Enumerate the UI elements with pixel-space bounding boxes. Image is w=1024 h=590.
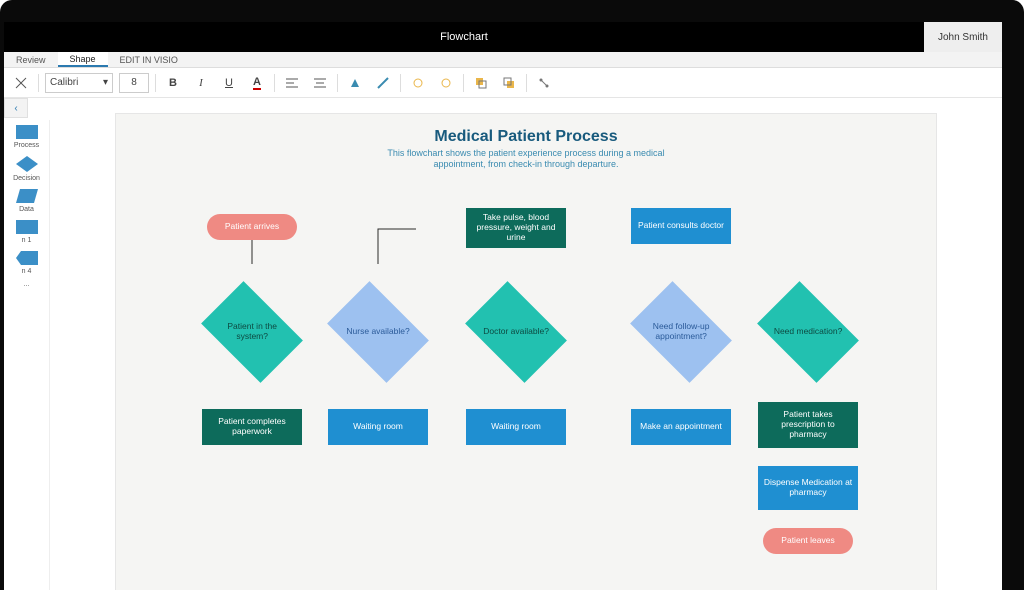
tab-review[interactable]: Review: [4, 52, 58, 67]
tab-shape[interactable]: Shape: [58, 52, 108, 67]
node-label: Nurse available?: [340, 327, 416, 337]
chart-subtitle-line: appointment, from check-in through depar…: [116, 159, 936, 170]
chart-title: Medical Patient Process: [116, 128, 936, 146]
separator: [400, 74, 401, 92]
italic-button[interactable]: I: [190, 72, 212, 94]
window-title: Flowchart: [4, 31, 924, 43]
shape-more[interactable]: ...: [6, 281, 47, 288]
node-label: Patient takes prescription to pharmacy: [762, 410, 854, 439]
shape-label: Data: [19, 206, 34, 213]
node-label: Patient leaves: [781, 536, 834, 546]
node-d-nurse[interactable]: Nurse available?: [327, 281, 429, 383]
user-chip[interactable]: John Smith: [924, 22, 1002, 52]
separator: [526, 74, 527, 92]
fill-color-icon[interactable]: [344, 72, 366, 94]
tab-edit-in-visio[interactable]: EDIT IN VISIO: [108, 52, 190, 67]
node-d-doctor[interactable]: Doctor available?: [465, 281, 567, 383]
chevron-down-icon: ▾: [103, 77, 108, 88]
align-center-icon[interactable]: [309, 72, 331, 94]
node-label: Doctor available?: [478, 327, 554, 337]
shape-process[interactable]: Process: [6, 124, 47, 149]
node-label: Make an appointment: [640, 422, 722, 432]
separator: [274, 74, 275, 92]
node-make-appt[interactable]: Make an appointment: [631, 409, 731, 445]
node-label: Need follow-up appointment?: [643, 322, 719, 342]
shape-label: Process: [14, 142, 39, 149]
shape-decision[interactable]: Decision: [6, 155, 47, 182]
connector-icon[interactable]: [533, 72, 555, 94]
effect2-icon[interactable]: [435, 72, 457, 94]
chart-subtitle-line: This flowchart shows the patient experie…: [116, 148, 936, 159]
effect-icon[interactable]: [407, 72, 429, 94]
node-label: Patient arrives: [225, 222, 279, 232]
shape-label: Decision: [13, 175, 40, 182]
node-d-medication[interactable]: Need medication?: [757, 281, 859, 383]
node-end[interactable]: Patient leaves: [763, 528, 853, 554]
align-icon[interactable]: [281, 72, 303, 94]
node-take-rx[interactable]: Patient takes prescription to pharmacy: [758, 402, 858, 448]
node-wait2[interactable]: Waiting room: [466, 409, 566, 445]
bold-button[interactable]: B: [162, 72, 184, 94]
separator: [155, 74, 156, 92]
node-label: Waiting room: [491, 422, 541, 432]
node-label: Take pulse, blood pressure, weight and u…: [470, 213, 562, 242]
arrange-icon[interactable]: [470, 72, 492, 94]
toolbar: Calibri ▾ 8 B I U A: [4, 68, 1002, 98]
separator: [337, 74, 338, 92]
ribbon-tabs: Review Shape EDIT IN VISIO: [4, 52, 1002, 68]
node-d-followup[interactable]: Need follow-up appointment?: [630, 281, 732, 383]
node-d-system[interactable]: Patient in the system?: [201, 281, 303, 383]
node-label: Need medication?: [770, 327, 846, 337]
line-color-icon[interactable]: [372, 72, 394, 94]
node-label: Patient consults doctor: [638, 221, 724, 231]
font-size-select[interactable]: 8: [119, 73, 149, 93]
shape-n4[interactable]: n 4: [6, 250, 47, 275]
node-label: Patient in the system?: [214, 322, 290, 342]
font-color-button[interactable]: A: [246, 72, 268, 94]
separator: [463, 74, 464, 92]
shape-n1[interactable]: n 1: [6, 219, 47, 244]
font-select[interactable]: Calibri ▾: [45, 73, 113, 93]
node-consult[interactable]: Patient consults doctor: [631, 208, 731, 244]
node-label: Patient completes paperwork: [206, 417, 298, 437]
font-size-value: 8: [131, 77, 137, 88]
node-label: Waiting room: [353, 422, 403, 432]
node-paperwork[interactable]: Patient completes paperwork: [202, 409, 302, 445]
shape-label: ...: [24, 281, 30, 288]
titlebar: Flowchart John Smith: [4, 22, 1002, 52]
arrange2-icon[interactable]: [498, 72, 520, 94]
node-label: Dispense Medication at pharmacy: [762, 478, 854, 498]
underline-button[interactable]: U: [218, 72, 240, 94]
node-start[interactable]: Patient arrives: [207, 214, 297, 240]
cut-icon[interactable]: [10, 72, 32, 94]
shape-data[interactable]: Data: [6, 188, 47, 213]
page[interactable]: Medical Patient Process This flowchart s…: [116, 114, 936, 590]
chart-subtitle: This flowchart shows the patient experie…: [116, 148, 936, 171]
shape-panel: Process Decision Data n 1 n 4 ...: [4, 120, 50, 590]
shape-label: n 1: [22, 237, 32, 244]
node-dispense[interactable]: Dispense Medication at pharmacy: [758, 466, 858, 510]
font-select-value: Calibri: [50, 77, 78, 88]
shape-label: n 4: [22, 268, 32, 275]
collapse-panel-button[interactable]: ‹: [4, 98, 28, 118]
chevron-left-icon: ‹: [14, 103, 17, 114]
separator: [38, 74, 39, 92]
canvas[interactable]: Medical Patient Process This flowchart s…: [50, 98, 1002, 590]
node-wait1[interactable]: Waiting room: [328, 409, 428, 445]
node-take-pulse[interactable]: Take pulse, blood pressure, weight and u…: [466, 208, 566, 248]
